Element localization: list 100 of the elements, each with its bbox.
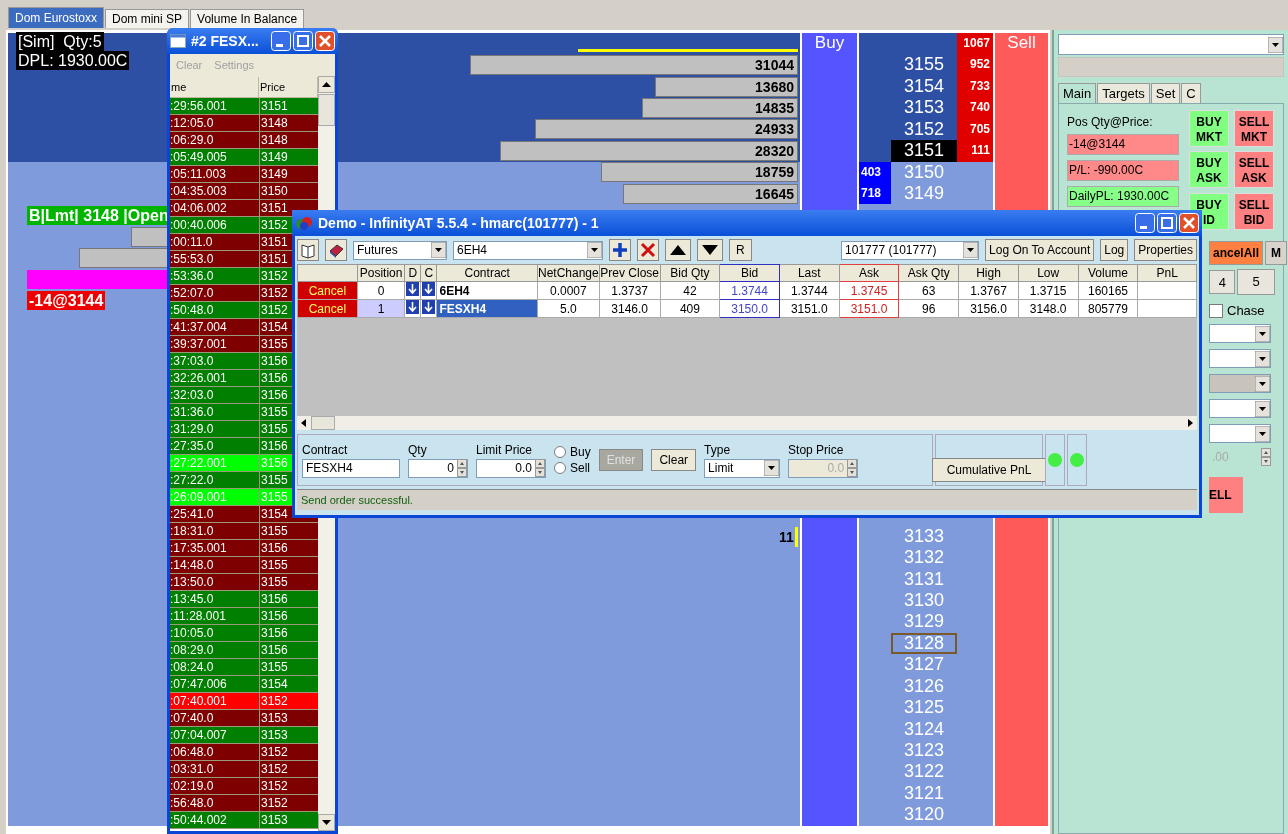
m-button[interactable]: M	[1265, 241, 1288, 265]
column-header[interactable]: Bid	[719, 264, 780, 282]
column-header[interactable]: High	[958, 264, 1019, 282]
minimize-icon[interactable]	[271, 31, 291, 51]
buy-header[interactable]: Buy	[802, 33, 857, 55]
contract-dropdown[interactable]: 6EH4	[453, 240, 603, 260]
clear-button[interactable]: Clear	[651, 449, 697, 471]
trade-row[interactable]: :13:45.0 3156	[170, 591, 318, 608]
maximize-icon[interactable]	[1157, 213, 1177, 233]
trade-row[interactable]: :06:29.0 3148	[170, 132, 318, 149]
trade-row[interactable]: :05:11.003 3149	[170, 166, 318, 183]
number-field[interactable]: 0.0	[476, 458, 546, 478]
minimize-icon[interactable]	[1135, 213, 1155, 233]
radio-button[interactable]	[554, 462, 566, 474]
price-cell[interactable]: 3155	[891, 54, 957, 76]
column-header[interactable]: Ask Qty	[898, 264, 959, 282]
spinner-arrows-icon[interactable]	[457, 459, 467, 477]
down-arrow-icon[interactable]	[422, 282, 436, 296]
trade-row[interactable]: :14:48.0 3155	[170, 557, 318, 574]
spinner-arrows-icon[interactable]	[535, 459, 545, 477]
down-arrow-icon[interactable]	[406, 300, 420, 314]
tab[interactable]: Set	[1150, 83, 1181, 103]
cancel-all-button[interactable]: ancelAll	[1209, 241, 1264, 265]
column-header[interactable]: Prev Close	[599, 264, 661, 282]
trade-button[interactable]: SELL ASK	[1234, 151, 1274, 189]
column-header[interactable]: Bid Qty	[660, 264, 720, 282]
trade-row[interactable]: :03:31.0 3152	[170, 761, 318, 778]
close-icon[interactable]	[315, 31, 335, 51]
price-cell[interactable]: 3153	[891, 97, 957, 119]
trade-row[interactable]: :08:24.0 3155	[170, 659, 318, 676]
plus-icon[interactable]	[609, 239, 631, 261]
trade-row[interactable]: :10:05.0 3156	[170, 625, 318, 642]
scroll-up-icon[interactable]	[318, 76, 335, 93]
dropdown-arrow-icon[interactable]	[1255, 350, 1270, 367]
trade-button[interactable]: SELL BID	[1234, 192, 1274, 230]
dropdown-arrow-icon[interactable]	[1255, 425, 1270, 442]
trade-row[interactable]: :07:47.006 3154	[170, 676, 318, 693]
tab[interactable]: Main	[1058, 83, 1097, 103]
trade-row[interactable]: :29:56.001 3151	[170, 98, 318, 115]
dropdown-arrow-icon[interactable]	[1255, 325, 1270, 342]
column-header[interactable]: Contract	[436, 264, 538, 282]
trade-row[interactable]: :08:29.0 3156	[170, 642, 318, 659]
dropdown-arrow-icon[interactable]	[431, 242, 446, 258]
open-book-icon[interactable]	[297, 239, 319, 261]
r-button[interactable]: R	[729, 239, 752, 261]
quantity-button[interactable]: 5	[1237, 269, 1275, 295]
column-header[interactable]: Low	[1018, 264, 1079, 282]
down-arrow-icon[interactable]	[422, 300, 436, 314]
trade-button[interactable]: SELL MKT	[1234, 110, 1274, 147]
trade-row[interactable]: :17:35.001 3156	[170, 540, 318, 557]
trade-button[interactable]: BUY MKT	[1189, 110, 1229, 147]
radio-button[interactable]	[554, 446, 566, 458]
quantity-button[interactable]: 4	[1209, 270, 1235, 294]
column-header[interactable]: Position	[357, 264, 405, 282]
trade-row[interactable]: :13:50.0 3155	[170, 574, 318, 591]
account-dropdown[interactable]: 101777 (101777)	[841, 240, 980, 260]
trade-row[interactable]: :07:40.001 3152	[170, 693, 318, 710]
tab[interactable]: Dom Eurostoxx	[8, 7, 105, 28]
tab[interactable]: Targets	[1097, 83, 1150, 103]
trade-row[interactable]: :18:31.0 3155	[170, 523, 318, 540]
dropdown-arrow-icon[interactable]	[1255, 400, 1270, 417]
sell-cell[interactable]	[995, 804, 1048, 826]
number-field[interactable]: 0	[408, 458, 468, 478]
text-field[interactable]	[1058, 57, 1284, 77]
trade-row[interactable]: :06:48.0 3152	[170, 744, 318, 761]
trade-button[interactable]: BUY ASK	[1189, 151, 1229, 189]
dropdown-arrow-icon[interactable]	[1268, 36, 1283, 53]
toolbar-button[interactable]: Log On To Account	[985, 239, 1095, 261]
down-arrow-icon[interactable]	[406, 282, 420, 296]
dropdown-arrow-icon[interactable]	[764, 460, 780, 476]
price-cell[interactable]: 3152	[891, 118, 957, 141]
column-header[interactable]: Volume	[1078, 264, 1138, 282]
spinner-arrows-icon[interactable]	[1261, 448, 1271, 466]
maximize-icon[interactable]	[293, 31, 313, 51]
tab[interactable]: Volume In Balance	[190, 9, 305, 28]
scroll-thumb[interactable]	[318, 94, 335, 126]
column-header[interactable]: NetChange	[537, 264, 600, 282]
column-header[interactable]: Last	[779, 264, 840, 282]
cumulative-pnl-button[interactable]: Cumulative PnL	[931, 458, 1047, 482]
checkbox[interactable]	[1209, 303, 1223, 318]
trade-row[interactable]: :02:19.0 3152	[170, 778, 318, 795]
scroll-down-icon[interactable]	[318, 814, 335, 831]
trade-row[interactable]: :05:49.005 3149	[170, 149, 318, 166]
sell-button[interactable]: ELL	[1209, 477, 1243, 513]
scroll-thumb[interactable]	[311, 416, 335, 430]
dropdown-arrow-icon[interactable]	[963, 242, 979, 258]
toolbar-button[interactable]: Log	[1100, 239, 1129, 261]
column-header[interactable]: me	[170, 76, 259, 97]
price-cell[interactable]: 3151	[891, 140, 957, 162]
delete-icon[interactable]	[637, 239, 659, 261]
trade-row[interactable]: :56:48.0 3152	[170, 795, 318, 812]
trade-row[interactable]: :04:06.002 3151	[170, 200, 318, 217]
horizontal-scrollbar[interactable]	[297, 416, 1197, 430]
toolbar-button[interactable]: Properties	[1134, 239, 1197, 261]
trade-row[interactable]: :07:04.007 3153	[170, 727, 318, 744]
contract-field[interactable]: FESXH4	[302, 458, 400, 478]
column-header[interactable]: Ask	[839, 264, 899, 282]
tab[interactable]: C	[1181, 83, 1201, 103]
trade-row[interactable]: :12:05.0 3148	[170, 115, 318, 132]
trade-row[interactable]: :04:35.003 3150	[170, 183, 318, 200]
